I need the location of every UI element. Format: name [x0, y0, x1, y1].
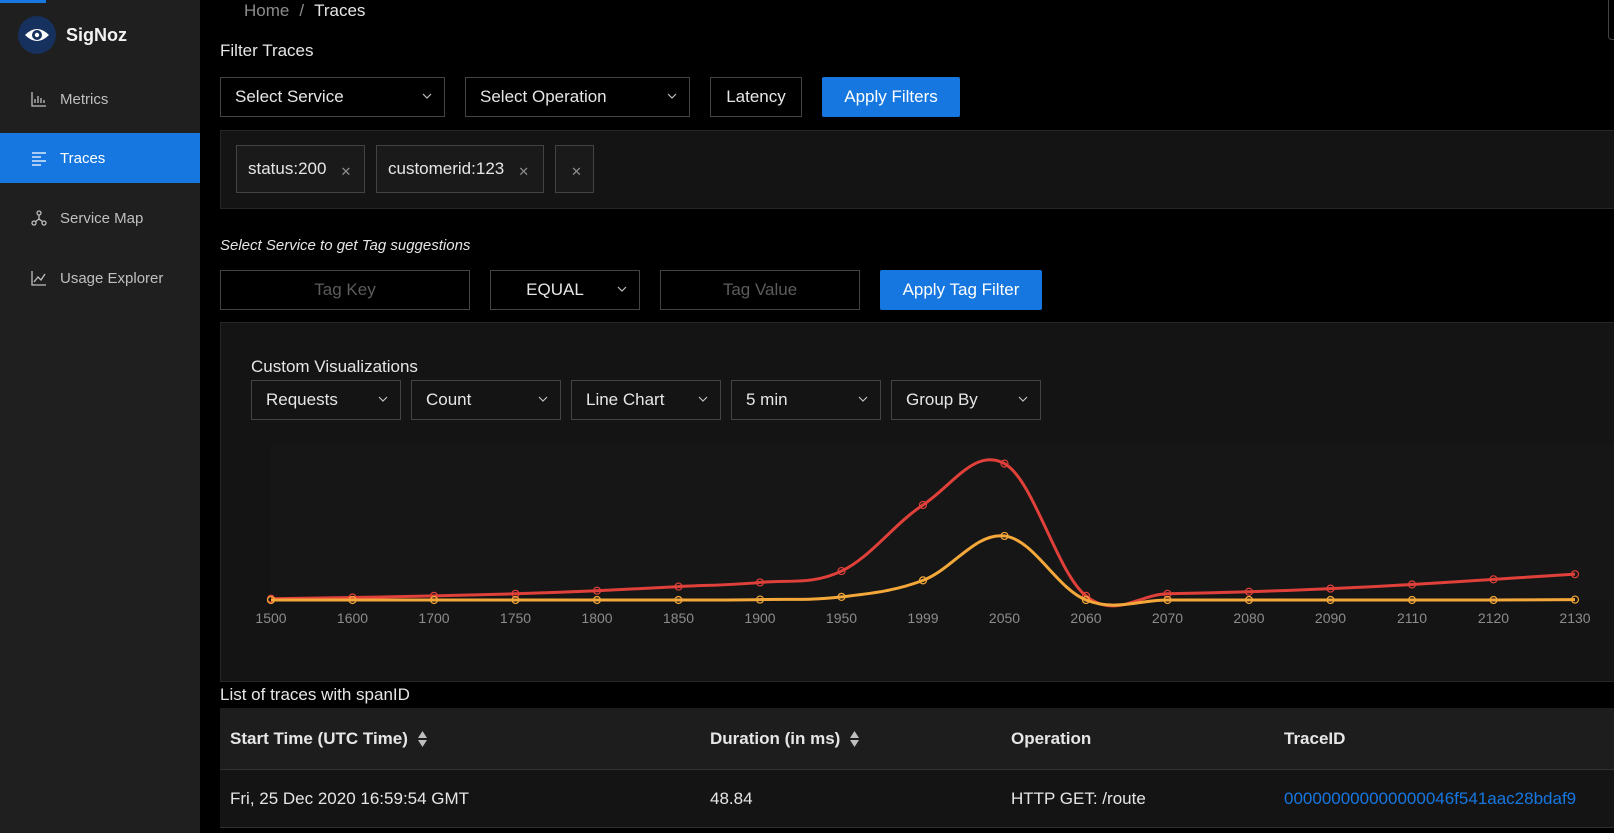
service-select-value: Select Service	[235, 87, 344, 106]
sort-icon[interactable]	[850, 731, 860, 747]
service-select[interactable]: Select Service	[220, 77, 445, 117]
selected-tags-panel: status:200 ✕ customerid:123 ✕ ✕	[220, 130, 1614, 209]
operation-select[interactable]: Select Operation	[465, 77, 690, 117]
custom-visualizations-panel: Custom Visualizations Requests Count Lin…	[220, 322, 1614, 682]
x-tick-label: 1900	[744, 610, 775, 626]
chevron-down-icon	[667, 93, 677, 99]
operator-select-value: EQUAL	[526, 280, 584, 299]
column-start-time[interactable]: Start Time (UTC Time)	[230, 708, 427, 770]
traces-list-title: List of traces with spanID	[220, 685, 410, 704]
breadcrumb-current: Traces	[314, 1, 366, 20]
x-tick-label: 2090	[1315, 610, 1346, 626]
tag-suggestion-hint: Select Service to get Tag suggestions	[220, 237, 471, 254]
operator-select[interactable]: EQUAL	[490, 270, 640, 310]
x-tick-label: 1750	[500, 610, 531, 626]
apply-filters-button[interactable]: Apply Filters	[822, 77, 960, 117]
sidebar-item-label: Metrics	[60, 90, 109, 108]
tag-value-input[interactable]: Tag Value	[660, 270, 860, 310]
cell-operation: HTTP GET: /route	[1011, 789, 1146, 808]
cell-duration: 48.84	[710, 789, 753, 808]
x-tick-label: 1800	[581, 610, 612, 626]
x-tick-label: 1950	[826, 610, 857, 626]
table-header: Start Time (UTC Time) Duration (in ms) O…	[220, 708, 1614, 770]
operation-select-value: Select Operation	[480, 87, 607, 106]
apply-tag-filter-button[interactable]: Apply Tag Filter	[880, 270, 1042, 310]
x-tick-label: 2110	[1397, 610, 1427, 626]
tag-chip: customerid:123 ✕	[376, 145, 544, 193]
requests-line-chart: 1500 1600 1700 1750 1800 1850 1900 1950 1999 2050…	[255, 445, 1614, 626]
x-tick-label: 1600	[337, 610, 368, 626]
x-tick-label: 1500	[255, 610, 286, 626]
close-icon[interactable]: ✕	[340, 164, 351, 180]
traces-table: Start Time (UTC Time) Duration (in ms) O…	[220, 708, 1614, 828]
breadcrumb-home[interactable]: Home	[244, 1, 289, 20]
x-tick-label: 2120	[1478, 610, 1509, 626]
x-tick-label: 2130	[1559, 610, 1590, 626]
breadcrumb: Home / Traces	[244, 1, 365, 21]
column-label: Start Time (UTC Time)	[230, 729, 408, 748]
x-tick-label: 2080	[1233, 610, 1264, 626]
chevron-down-icon	[617, 286, 627, 292]
column-duration[interactable]: Duration (in ms)	[710, 708, 860, 770]
x-tick-label: 2070	[1152, 610, 1183, 626]
sidebar-top-accent	[0, 0, 46, 3]
latency-button[interactable]: Latency	[710, 77, 802, 117]
deployment-unit-icon	[30, 209, 48, 227]
sidebar-item-usage-explorer[interactable]: Usage Explorer	[0, 253, 200, 303]
tag-chip-label: customerid:123	[388, 159, 505, 178]
trace-id-link[interactable]: 000000000000000046f541aac28bdaf9	[1284, 770, 1576, 828]
app-name: SigNoz	[66, 24, 127, 45]
tag-chip: ✕	[555, 145, 594, 193]
column-label: Duration (in ms)	[710, 729, 841, 748]
sidebar-item-label: Usage Explorer	[60, 269, 164, 287]
column-label: Operation	[1011, 729, 1092, 748]
sidebar: SigNoz Metrics Traces Service Map Usage …	[0, 0, 200, 833]
sort-icon[interactable]	[417, 731, 427, 747]
chevron-down-icon	[422, 93, 432, 99]
column-label: TraceID	[1284, 729, 1346, 748]
x-tick-label: 1999	[907, 610, 938, 626]
x-tick-label: 2050	[989, 610, 1020, 626]
sidebar-item-traces[interactable]: Traces	[0, 133, 200, 183]
header-edge	[1608, 0, 1614, 40]
sidebar-item-label: Service Map	[60, 209, 144, 227]
close-icon[interactable]: ✕	[518, 164, 529, 180]
align-left-icon	[30, 149, 48, 167]
x-tick-label: 1700	[418, 610, 449, 626]
sidebar-item-label: Traces	[60, 149, 106, 167]
line-chart-icon	[30, 269, 48, 287]
tag-chip-label: status:200	[248, 159, 327, 178]
close-icon[interactable]: ✕	[571, 164, 582, 180]
x-tick-label: 1850	[663, 610, 694, 626]
logo[interactable]: SigNoz	[18, 16, 127, 54]
x-tick-label: 2060	[1070, 610, 1101, 626]
table-row[interactable]: Fri, 25 Dec 2020 16:59:54 GMT 48.84 HTTP…	[220, 770, 1614, 828]
filter-traces-title: Filter Traces	[220, 41, 314, 60]
sidebar-item-metrics[interactable]: Metrics	[0, 74, 200, 124]
tag-chip: status:200 ✕	[236, 145, 365, 193]
bar-chart-icon	[30, 90, 48, 108]
column-trace-id: TraceID	[1284, 708, 1345, 770]
plot-area	[271, 445, 1614, 600]
breadcrumb-separator: /	[299, 1, 305, 20]
cell-start-time: Fri, 25 Dec 2020 16:59:54 GMT	[230, 789, 470, 808]
sidebar-item-service-map[interactable]: Service Map	[0, 193, 200, 243]
tag-key-input[interactable]: Tag Key	[220, 270, 470, 310]
eye-logo-icon	[18, 16, 56, 54]
column-operation: Operation	[1011, 708, 1091, 770]
